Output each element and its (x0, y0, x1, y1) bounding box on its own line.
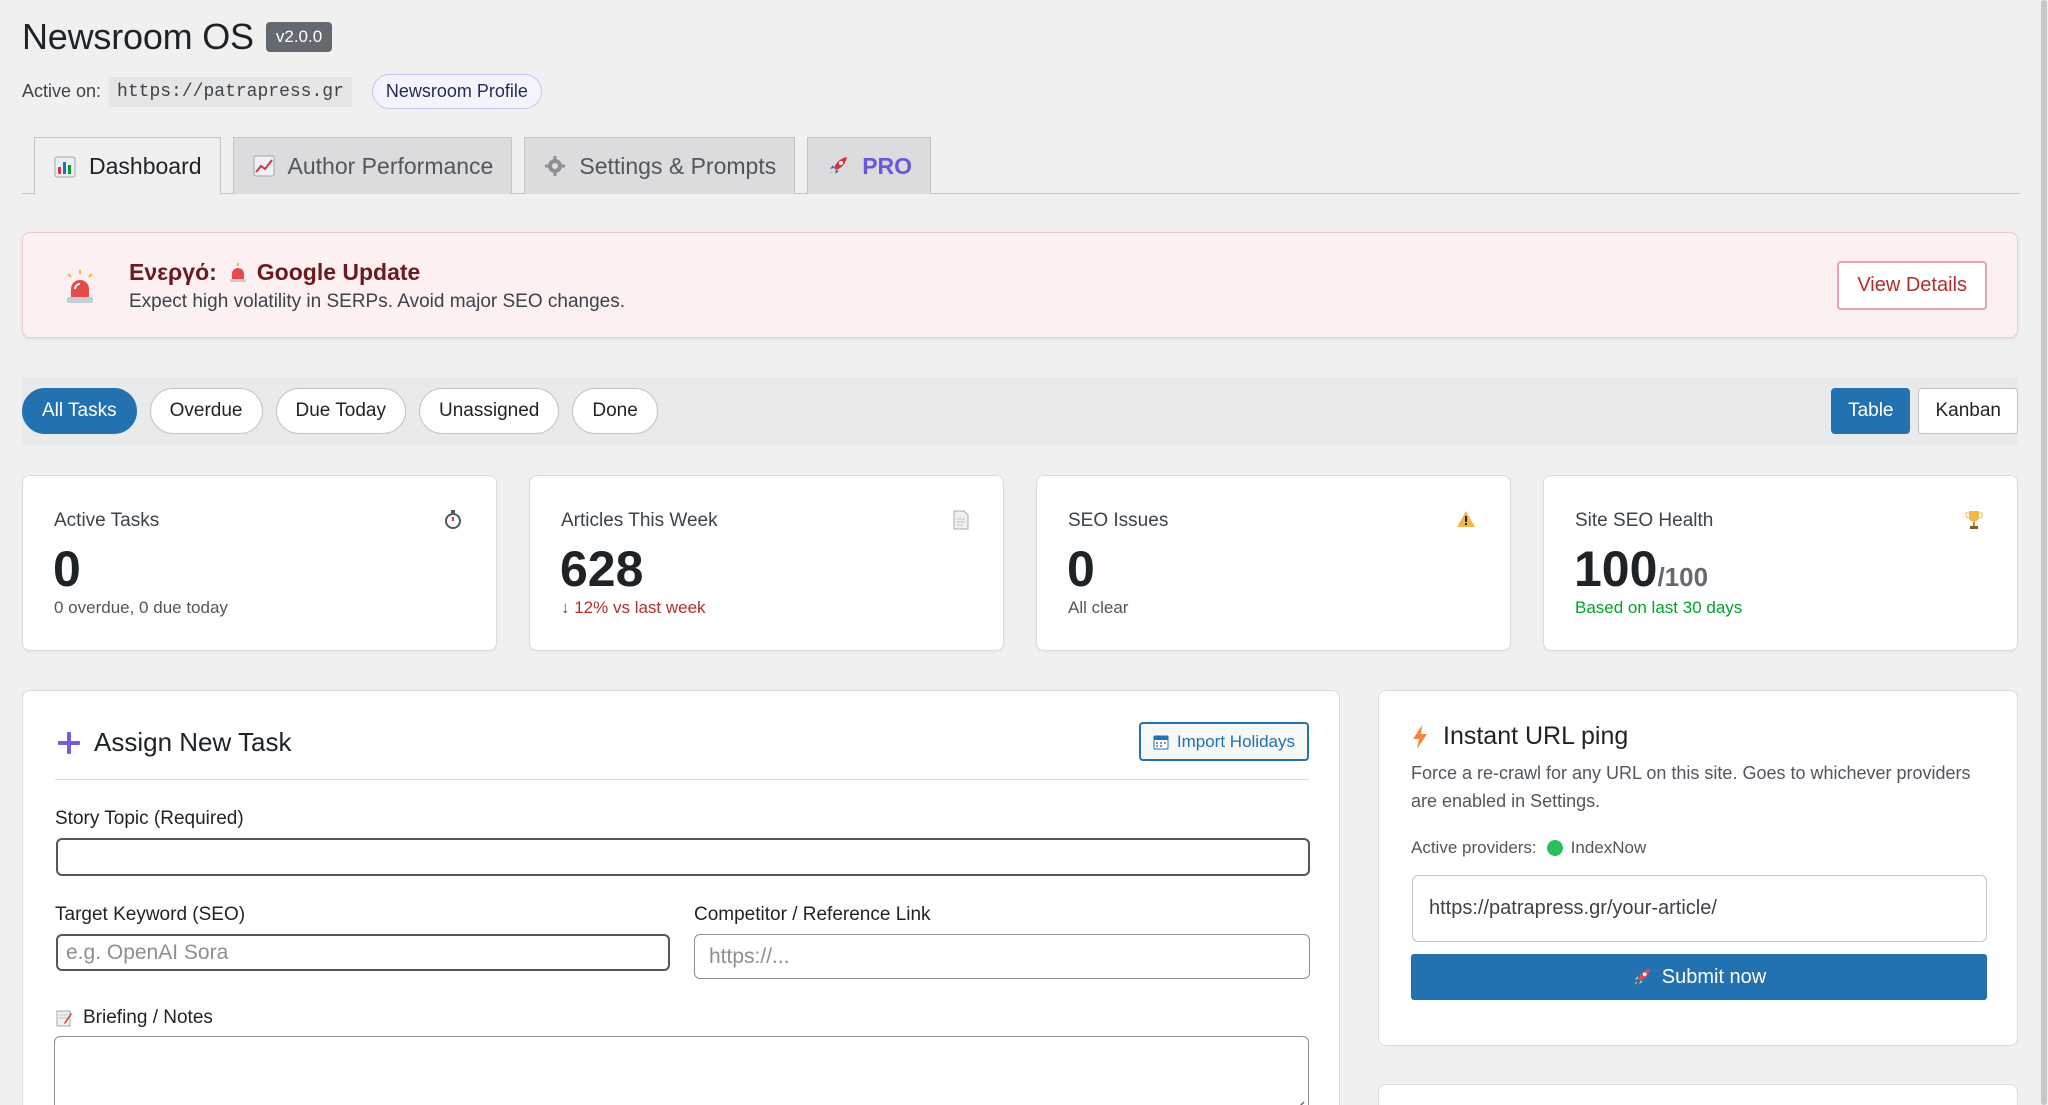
nav-tabs: Dashboard Author Performance Settings & … (34, 137, 943, 195)
filter-unassigned[interactable]: Unassigned (419, 388, 560, 434)
competitor-link-input[interactable]: https://... (694, 934, 1310, 979)
stat-card-seo-issues: SEO Issues 0 All clear (1036, 475, 1511, 651)
active-on-label: Active on: (22, 81, 102, 101)
stat-number: 100 (1574, 541, 1658, 597)
task-filter-bar: All Tasks Overdue Due Today Unassigned D… (22, 377, 2018, 445)
assign-task-panel: Assign New Task Import Holidays Story To… (22, 690, 1340, 1105)
tab-settings-prompts[interactable]: Settings & Prompts (524, 137, 796, 194)
stat-label: Site SEO Health (1575, 510, 1714, 531)
version-badge: v2.0.0 (265, 22, 333, 52)
tab-pro[interactable]: PRO (807, 137, 932, 194)
stat-card-active-tasks: Active Tasks 0 0 overdue, 0 due today (22, 475, 497, 651)
tab-settings-prompts-label: Settings & Prompts (579, 152, 777, 179)
plus-icon (56, 730, 82, 756)
scrollbar-thumb[interactable] (2041, 0, 2047, 1105)
import-holidays-label: Import Holidays (1176, 731, 1295, 751)
story-topic-input[interactable] (56, 838, 1310, 876)
page-header: Newsroom OS v2.0.0 (22, 16, 333, 58)
active-site-row: Active on: https://patrapress.gr Newsroo… (22, 74, 542, 109)
stat-label: Articles This Week (561, 510, 718, 531)
google-update-alert: Ενεργό: Google Update Expect high volati… (22, 232, 2018, 338)
task-filters: All Tasks Overdue Due Today Unassigned D… (22, 388, 671, 434)
stat-number: 628 (560, 541, 644, 597)
ping-url-input[interactable]: https://patrapress.gr/your-article/ (1412, 875, 1987, 942)
assign-task-header: Assign New Task (56, 727, 292, 758)
alert-title: Ενεργό: Google Update (129, 259, 420, 286)
active-providers: Active providers: IndexNow (1411, 838, 1646, 858)
stat-value: 100/100 (1574, 540, 1708, 598)
import-holidays-button[interactable]: Import Holidays (1138, 722, 1309, 761)
siren-small-icon (229, 262, 247, 283)
stat-label: Active Tasks (54, 510, 160, 531)
line-chart-icon (252, 154, 276, 178)
document-icon (953, 510, 969, 535)
stat-label: SEO Issues (1068, 510, 1169, 531)
ping-title: Instant URL ping (1443, 722, 1629, 750)
submit-now-label: Submit now (1661, 965, 1767, 988)
rocket-icon (826, 154, 850, 178)
stats-cards: Active Tasks 0 0 overdue, 0 due today Ar… (22, 475, 2018, 651)
stopwatch-icon (444, 510, 462, 535)
tab-dashboard-label: Dashboard (89, 153, 202, 179)
stat-card-articles-this-week: Articles This Week 628 ↓ 12% vs last wee… (529, 475, 1004, 651)
active-site-url: https://patrapress.gr (109, 76, 352, 107)
ping-header: Instant URL ping (1411, 722, 1628, 751)
view-details-button[interactable]: View Details (1837, 261, 1987, 310)
memo-icon (55, 1009, 73, 1027)
tab-author-performance[interactable]: Author Performance (232, 137, 513, 194)
view-kanban-button[interactable]: Kanban (1918, 388, 2018, 434)
providers-label: Active providers: (1411, 838, 1537, 857)
trophy-icon (1965, 510, 1983, 535)
status-dot-icon (1546, 840, 1563, 856)
submit-now-button[interactable]: Submit now (1411, 954, 1987, 1000)
view-table-button[interactable]: Table (1831, 388, 1911, 434)
page-scrollbar[interactable] (2040, 0, 2048, 1105)
lightning-icon (1411, 724, 1429, 750)
stat-number: 0 (53, 541, 81, 597)
tab-dashboard[interactable]: Dashboard (34, 137, 221, 195)
assign-task-title: Assign New Task (94, 727, 292, 757)
rocket-icon (1632, 967, 1652, 987)
filter-overdue[interactable]: Overdue (149, 388, 263, 434)
stat-card-site-seo-health: Site SEO Health 100/100 Based on last 30… (1543, 475, 2018, 651)
target-keyword-input[interactable]: e.g. OpenAI Sora (56, 934, 670, 971)
stat-subtext: ↓ 12% vs last week (561, 598, 706, 617)
stat-subtext: All clear (1068, 598, 1129, 617)
filter-due-today[interactable]: Due Today (275, 388, 406, 434)
alert-update-name: Google Update (256, 259, 421, 285)
filter-all-tasks[interactable]: All Tasks (22, 388, 137, 434)
stat-subtext: 0 overdue, 0 due today (54, 598, 228, 617)
view-toggle: Table Kanban (1823, 388, 2018, 434)
newsroom-profile-pill[interactable]: Newsroom Profile (371, 74, 542, 109)
next-panel-card (1378, 1084, 2018, 1105)
stat-value: 628 (560, 540, 643, 598)
app-title: Newsroom OS (22, 16, 254, 57)
briefing-notes-label-row: Briefing / Notes (55, 1007, 213, 1029)
stat-unit: /100 (1657, 562, 1709, 592)
tab-pro-label: PRO (862, 152, 913, 179)
panel-divider (55, 779, 1309, 780)
alert-prefix: Ενεργό: (129, 259, 217, 285)
briefing-notes-textarea[interactable] (54, 1036, 1309, 1105)
stat-value: 0 (1067, 540, 1095, 598)
stat-value: 0 (53, 540, 81, 598)
siren-icon (63, 269, 97, 310)
briefing-notes-label: Briefing / Notes (83, 1007, 213, 1028)
alert-description: Expect high volatility in SERPs. Avoid m… (129, 291, 626, 312)
ping-description: Force a re-crawl for any URL on this sit… (1411, 763, 1971, 811)
calendar-icon (1153, 734, 1169, 750)
competitor-link-label: Competitor / Reference Link (694, 904, 931, 925)
tab-author-performance-label: Author Performance (287, 152, 494, 179)
filter-done[interactable]: Done (572, 388, 658, 434)
provider-name: IndexNow (1570, 838, 1647, 857)
stat-number: 0 (1067, 541, 1095, 597)
bar-chart-icon (53, 155, 77, 179)
warning-icon (1456, 510, 1476, 533)
story-topic-label: Story Topic (Required) (55, 808, 244, 829)
target-keyword-label: Target Keyword (SEO) (55, 904, 246, 925)
gear-icon (543, 154, 567, 178)
resize-handle-icon[interactable] (1286, 1098, 1306, 1105)
stat-subtext: Based on last 30 days (1575, 598, 1743, 617)
instant-url-ping-panel: Instant URL ping Force a re-crawl for an… (1378, 690, 2018, 1046)
